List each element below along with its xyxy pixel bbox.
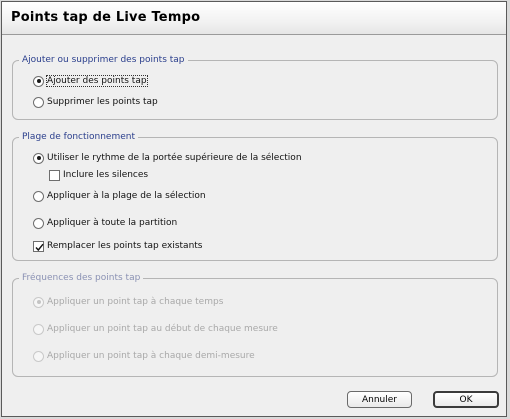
replace-existing-checkbox[interactable] <box>33 240 44 252</box>
use-rhythm-radio[interactable] <box>33 152 44 164</box>
include-silences-label: Inclure les silences <box>63 170 149 180</box>
half-measure-label: Appliquer un point tap à chaque demi-mes… <box>47 351 255 361</box>
apply-selection-option[interactable]: Appliquer à la plage de la sélection <box>33 189 206 203</box>
replace-existing-option[interactable]: Remplacer les points tap existants <box>33 239 203 253</box>
remove-tap-points-radio[interactable] <box>33 96 44 108</box>
dialog-window: Points tap de Live Tempo Ajouter ou supp… <box>1 1 507 417</box>
cancel-button[interactable]: Annuler <box>347 391 412 408</box>
apply-selection-radio[interactable] <box>33 190 44 202</box>
add-remove-group: Ajouter ou supprimer des points tap Ajou… <box>12 55 498 120</box>
measure-start-radio <box>33 323 44 335</box>
operating-range-legend: Plage de fonctionnement <box>19 132 139 142</box>
title-bar[interactable]: Points tap de Live Tempo <box>2 2 506 35</box>
half-measure-option: Appliquer un point tap à chaque demi-mes… <box>33 349 255 363</box>
use-rhythm-label: Utiliser le rythme de la portée supérieu… <box>47 153 302 163</box>
apply-whole-score-radio[interactable] <box>33 217 44 229</box>
measure-start-option: Appliquer un point tap au début de chaqu… <box>33 322 278 336</box>
operating-range-group: Plage de fonctionnement Utiliser le ryth… <box>12 132 498 261</box>
half-measure-radio <box>33 350 44 362</box>
dialog-title: Points tap de Live Tempo <box>11 10 201 25</box>
apply-whole-score-label: Appliquer à toute la partition <box>47 218 178 228</box>
remove-tap-points-option[interactable]: Supprimer les points tap <box>33 95 158 109</box>
use-rhythm-option[interactable]: Utiliser le rythme de la portée supérieu… <box>33 151 302 165</box>
each-beat-option: Appliquer un point tap à chaque temps <box>33 295 223 309</box>
each-beat-radio <box>33 296 44 308</box>
replace-existing-label: Remplacer les points tap existants <box>47 241 203 251</box>
add-tap-points-option[interactable]: Ajouter des points tap <box>33 74 148 88</box>
add-tap-points-radio[interactable] <box>33 75 44 87</box>
each-beat-label: Appliquer un point tap à chaque temps <box>47 297 224 307</box>
apply-selection-label: Appliquer à la plage de la sélection <box>47 191 206 201</box>
ok-button[interactable]: OK <box>433 391 499 408</box>
tap-frequency-legend: Fréquences des points tap <box>19 273 144 283</box>
include-silences-option[interactable]: Inclure les silences <box>49 168 148 182</box>
add-tap-points-label: Ajouter des points tap <box>46 75 148 87</box>
tap-frequency-group: Fréquences des points tap Appliquer un p… <box>12 273 498 377</box>
include-silences-checkbox[interactable] <box>49 169 60 181</box>
add-remove-legend: Ajouter ou supprimer des points tap <box>19 55 188 65</box>
remove-tap-points-label: Supprimer les points tap <box>47 97 158 107</box>
checkmark-icon <box>35 243 44 251</box>
apply-whole-score-option[interactable]: Appliquer à toute la partition <box>33 216 177 230</box>
measure-start-label: Appliquer un point tap au début de chaqu… <box>47 324 278 334</box>
